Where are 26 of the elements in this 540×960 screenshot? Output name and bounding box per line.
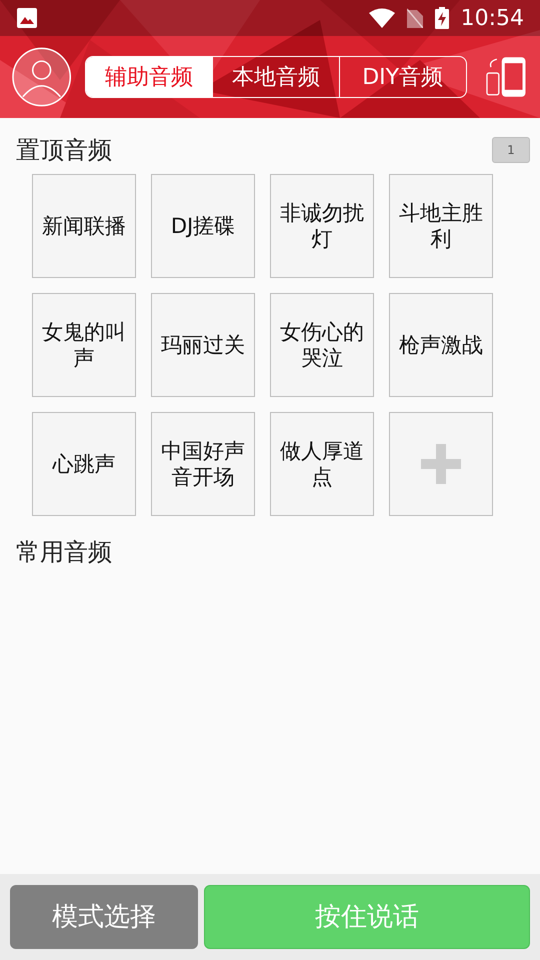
phone-switch-icon[interactable] bbox=[484, 55, 528, 99]
audio-tab[interactable]: DIY音频 bbox=[338, 57, 466, 97]
avatar-icon[interactable] bbox=[12, 47, 72, 107]
mode-select-button[interactable]: 模式选择 bbox=[10, 885, 198, 949]
clock-time: 10:54 bbox=[460, 4, 524, 32]
image-icon bbox=[16, 7, 38, 29]
no-sim-icon bbox=[406, 8, 423, 28]
add-tile[interactable] bbox=[389, 412, 493, 516]
audio-tile[interactable]: 心跳声 bbox=[32, 412, 136, 516]
battery-charging-icon bbox=[434, 7, 449, 29]
audio-tab[interactable]: 辅助音频 bbox=[86, 57, 212, 97]
section-title: 常用音频 bbox=[16, 537, 112, 568]
audio-tile[interactable]: 枪声激战 bbox=[389, 293, 493, 397]
audio-tile[interactable]: 女鬼的叫声 bbox=[32, 293, 136, 397]
plus-icon bbox=[421, 444, 461, 484]
wifi-icon bbox=[368, 8, 395, 28]
section-title: 置顶音频 bbox=[16, 135, 112, 166]
audio-tile[interactable]: 女伤心的哭泣 bbox=[270, 293, 374, 397]
audio-tile[interactable]: 新闻联播 bbox=[32, 174, 136, 278]
audio-tile[interactable]: 玛丽过关 bbox=[151, 293, 255, 397]
audio-tile[interactable]: 斗地主胜利 bbox=[389, 174, 493, 278]
audio-tile[interactable]: 做人厚道点 bbox=[270, 412, 374, 516]
audio-tile[interactable]: 中国好声音开场 bbox=[151, 412, 255, 516]
audio-tile[interactable]: 非诚勿扰灯 bbox=[270, 174, 374, 278]
count-badge: 1 bbox=[492, 137, 530, 163]
audio-tile[interactable]: DJ搓碟 bbox=[151, 174, 255, 278]
